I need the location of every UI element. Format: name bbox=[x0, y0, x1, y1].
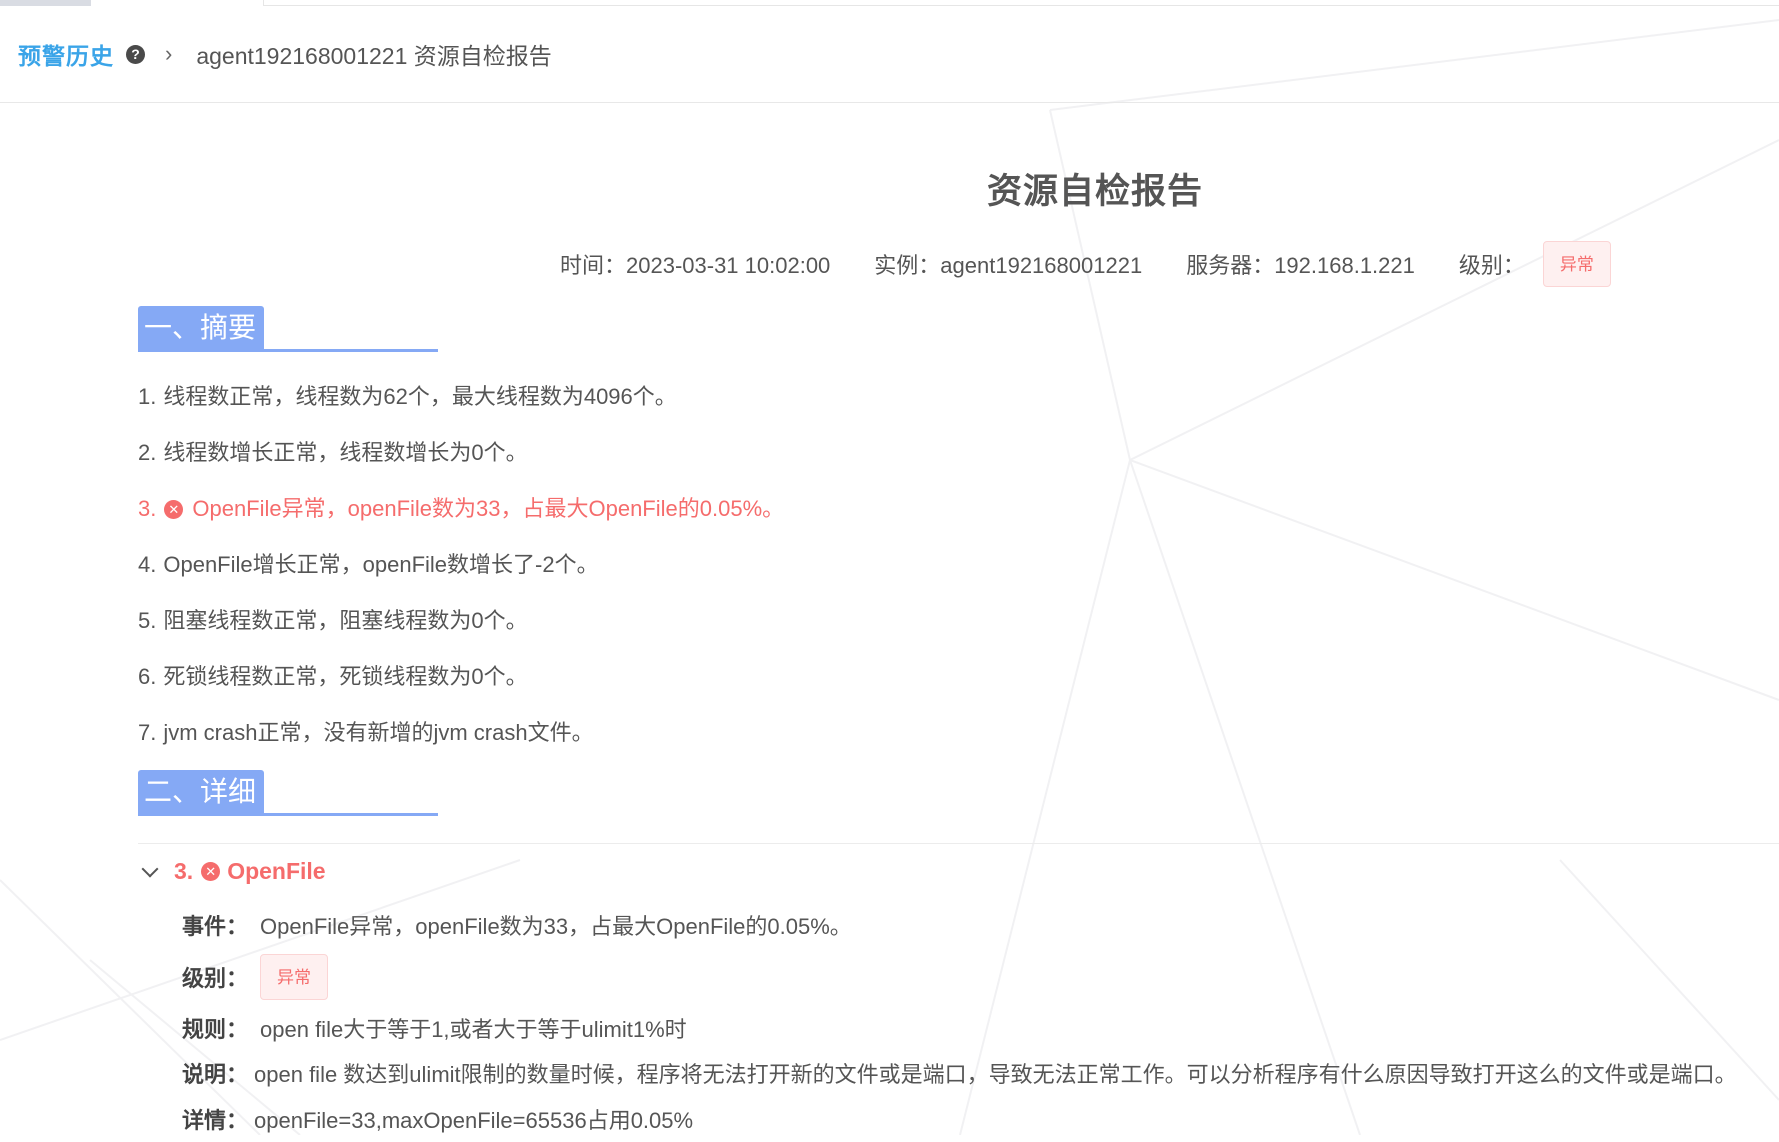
detail-info-value: openFile=33,maxOpenFile=65536占用0.05% bbox=[254, 1108, 694, 1133]
summary-list: 1. 线程数正常，线程数为62个，最大线程数为4096个。 2. 线程数增长正常… bbox=[138, 378, 784, 770]
detail-event-key: 事件： bbox=[182, 914, 249, 939]
summary-item-3: 3. ✕ OpenFile异常，openFile数为33，占最大OpenFile… bbox=[138, 490, 784, 546]
summary-item-4: 4. OpenFile增长正常，openFile数增长了-2个。 bbox=[138, 546, 784, 602]
summary-item-6: 6. 死锁线程数正常，死锁线程数为0个。 bbox=[138, 658, 784, 714]
detail-rule-value: open file大于等于1,或者大于等于ulimit1%时 bbox=[260, 1017, 687, 1042]
collapse-title: 3. ✕ OpenFile bbox=[174, 858, 326, 885]
top-tab-strip bbox=[0, 0, 1779, 8]
collapse-header-openfile[interactable]: 3. ✕ OpenFile bbox=[140, 852, 326, 890]
status-badge: 异常 bbox=[260, 954, 329, 1000]
summary-item-text: 线程数正常，线程数为62个，最大线程数为4096个。 bbox=[163, 384, 677, 409]
status-badge: 异常 bbox=[1542, 241, 1611, 287]
summary-item-text: 死锁线程数正常，死锁线程数为0个。 bbox=[163, 664, 528, 689]
summary-item-text: OpenFile增长正常，openFile数增长了-2个。 bbox=[163, 552, 599, 577]
detail-panel-content: 事件： OpenFile异常，openFile数为33，占最大OpenFile的… bbox=[182, 902, 1737, 1142]
header-divider bbox=[0, 102, 1779, 103]
breadcrumb-current: agent192168001221 资源自检报告 bbox=[196, 43, 552, 69]
breadcrumb-parent-link[interactable]: 预警历史 bbox=[18, 37, 114, 71]
collapse-title-text: OpenFile bbox=[227, 857, 326, 884]
summary-item-number: 7. bbox=[138, 720, 157, 745]
summary-item-text: jvm crash正常，没有新增的jvm crash文件。 bbox=[163, 720, 594, 745]
summary-item-number: 5. bbox=[138, 608, 157, 633]
summary-item-number: 4. bbox=[138, 552, 157, 577]
detail-desc-key: 说明： bbox=[182, 1062, 249, 1087]
section-detail-underline bbox=[138, 813, 438, 816]
detail-desc-value: open file 数达到ulimit限制的数量时候，程序将无法打开新的文件或是… bbox=[254, 1062, 1737, 1087]
summary-item-text: 线程数增长正常，线程数增长为0个。 bbox=[163, 440, 528, 465]
tab-strip-border bbox=[263, 0, 1779, 6]
summary-item-2: 2. 线程数增长正常，线程数增长为0个。 bbox=[138, 434, 784, 490]
detail-desc-row: 说明： open file 数达到ulimit限制的数量时候，程序将无法打开新的… bbox=[182, 1050, 1737, 1096]
close-circle-icon: ✕ bbox=[201, 861, 221, 881]
detail-level-key: 级别： bbox=[182, 966, 249, 991]
summary-item-number: 3. bbox=[138, 496, 157, 521]
report-meta: 时间：2023-03-31 10:02:00 实例：agent192168001… bbox=[560, 240, 1611, 288]
section-detail-heading: 二、详细 bbox=[138, 770, 438, 816]
close-circle-icon: ✕ bbox=[164, 500, 184, 519]
collapse-title-number: 3. bbox=[174, 857, 194, 884]
page-title: 资源自检报告 bbox=[986, 172, 1203, 211]
summary-item-7: 7. jvm crash正常，没有新增的jvm crash文件。 bbox=[138, 714, 784, 770]
detail-event-value: OpenFile异常，openFile数为33，占最大OpenFile的0.05… bbox=[260, 914, 852, 939]
detail-rule-key: 规则： bbox=[182, 1017, 249, 1042]
summary-item-number: 2. bbox=[138, 440, 157, 465]
breadcrumb-separator: › bbox=[165, 41, 173, 66]
section-detail-label: 二、详细 bbox=[138, 770, 265, 814]
detail-info-row: 详情： openFile=33,maxOpenFile=65536占用0.05% bbox=[182, 1096, 1737, 1142]
detail-rule-row: 规则： open file大于等于1,或者大于等于ulimit1%时 bbox=[182, 1006, 1737, 1050]
active-tab-indicator[interactable] bbox=[0, 0, 91, 6]
section-summary-label: 一、摘要 bbox=[138, 306, 265, 350]
chevron-down-icon[interactable] bbox=[141, 860, 159, 878]
detail-event-row: 事件： OpenFile异常，openFile数为33，占最大OpenFile的… bbox=[182, 902, 1737, 948]
meta-level-label: 级别： bbox=[1458, 253, 1525, 278]
section-summary-heading: 一、摘要 bbox=[138, 306, 438, 352]
summary-item-5: 5. 阻塞线程数正常，阻塞线程数为0个。 bbox=[138, 602, 784, 658]
section-summary-underline bbox=[138, 349, 438, 352]
meta-instance: 实例：agent192168001221 bbox=[874, 253, 1143, 278]
summary-item-1: 1. 线程数正常，线程数为62个，最大线程数为4096个。 bbox=[138, 378, 784, 434]
summary-item-number: 6. bbox=[138, 664, 157, 689]
summary-item-text: 阻塞线程数正常，阻塞线程数为0个。 bbox=[163, 608, 528, 633]
summary-item-text: OpenFile异常，openFile数为33，占最大OpenFile的0.05… bbox=[192, 496, 785, 521]
summary-item-number: 1. bbox=[138, 384, 157, 409]
collapse-divider bbox=[138, 843, 1779, 844]
meta-server: 服务器：192.168.1.221 bbox=[1186, 253, 1415, 278]
detail-info-key: 详情： bbox=[182, 1108, 249, 1133]
meta-time: 时间：2023-03-31 10:02:00 bbox=[560, 253, 831, 278]
breadcrumb: 预警历史 ? › agent192168001221 资源自检报告 bbox=[18, 34, 552, 74]
detail-level-row: 级别： 异常 bbox=[182, 948, 1737, 1006]
question-circle-icon[interactable]: ? bbox=[126, 44, 145, 64]
